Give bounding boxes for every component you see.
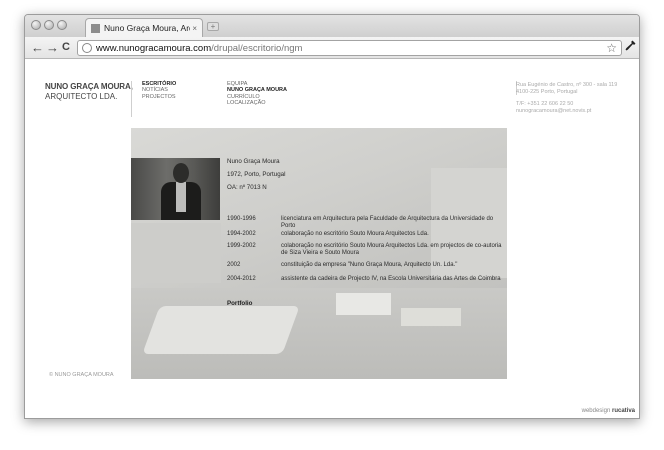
close-window-button[interactable] [31,20,41,30]
logo-line-1: NUNO GRAÇA MOURA, [45,82,133,91]
contact-info: Rua Eugénio de Castro, nº 300 - sala 119… [516,82,617,114]
sub-nav-item[interactable]: LOCALIZAÇÃO [227,100,287,106]
cv-description: constituição da empresa "Nuno Graça Mour… [281,262,458,268]
wrench-menu-icon[interactable] [625,40,636,54]
url-path: /drupal/escritorio/ngm [211,43,303,54]
forward-arrow-icon[interactable]: → [46,40,59,55]
site-logo[interactable]: NUNO GRAÇA MOURA, ARQUITECTO LDA. [45,82,133,101]
browser-tab[interactable]: Nuno Graça Moura, Arquitecto × [85,18,203,37]
url-domain: www.nunogracamoura.com [96,43,212,54]
portrait-shirt [176,182,186,212]
cv-year: 1994-2002 [227,231,256,237]
main-nav-item[interactable]: PROJECTOS [142,94,176,100]
tab-close-icon[interactable]: × [192,24,197,33]
divider [131,81,132,117]
cv-description: assistente da cadeira de Projecto IV, na… [281,276,501,282]
profile-birth: 1972, Porto, Portugal [227,171,286,178]
credit-prefix: webdesign [581,408,611,414]
cv-description: colaboração no escritório Souto Moura Ar… [281,243,502,256]
contact-email[interactable]: nunogracamoura@net.novis.pt [516,108,617,115]
bookmark-star-icon[interactable]: ☆ [606,41,617,55]
footer-credit[interactable]: webdesign rucativa [582,408,635,414]
tab-title: Nuno Graça Moura, Arquitecto [104,23,190,33]
main-nav: ESCRITÓRIO NOTÍCIAS PROJECTOS [142,81,176,100]
portrait-photo [131,158,220,220]
address-bar[interactable]: www.nunogracamoura.com/drupal/escritorio… [77,40,622,56]
contact-address-1: Rua Eugénio de Castro, nº 300 - sala 119 [516,82,618,88]
page-favicon-icon [91,23,100,33]
new-tab-button[interactable]: + [207,22,219,31]
profile-name: Nuno Graça Moura [227,158,280,165]
portfolio-link[interactable]: Portfolio [227,300,252,307]
portrait-head [173,163,189,183]
sub-nav-item[interactable]: NUNO GRAÇA MOURA [227,87,287,93]
logo-line-2: ARQUITECTO LDA. [45,92,118,101]
cv-description: colaboração no escritório Souto Moura Ar… [281,231,429,237]
zoom-window-button[interactable] [57,20,67,30]
cv-year: 1999-2002 [227,243,256,249]
photo-shelf [131,223,221,283]
photo-model [142,306,300,354]
minimize-window-button[interactable] [44,20,54,30]
globe-icon [82,43,92,53]
cv-year: 2004-2012 [227,276,256,282]
photo-model [401,308,461,326]
contact-address-2: 4100-225 Porto, Portugal [516,88,578,95]
cv-year: 1990-1996 [227,216,256,222]
profile-oa: OA: nº 7013 N [227,184,267,191]
back-arrow-icon[interactable]: ← [31,40,44,55]
cv-year: 2002 [227,262,241,268]
photo-model [336,293,391,315]
sub-nav: EQUIPA NUNO GRAÇA MOURA CURRÍCULO LOCALIZAÇ… [227,81,287,106]
cv-description: licenciatura em Arquitectura pela Faculd… [281,216,494,229]
url-text[interactable]: www.nunogracamoura.com/drupal/escritorio… [96,43,302,54]
footer-copyright: © NUNO GRAÇA MOURA [49,372,114,378]
page-content: NUNO GRAÇA MOURA, ARQUITECTO LDA. ESCRIT… [25,60,639,418]
browser-window: Nuno Graça Moura, Arquitecto × + ← → C w… [24,14,640,419]
reload-icon[interactable]: C [62,40,70,55]
browser-toolbar: ← → C www.nunogracamoura.com/drupal/escr… [25,37,639,59]
credit-name: rucativa [611,408,635,414]
tab-strip: Nuno Graça Moura, Arquitecto × + [25,15,639,37]
background-photo: Nuno Graça Moura 1972, Porto, Portugal O… [131,128,507,379]
